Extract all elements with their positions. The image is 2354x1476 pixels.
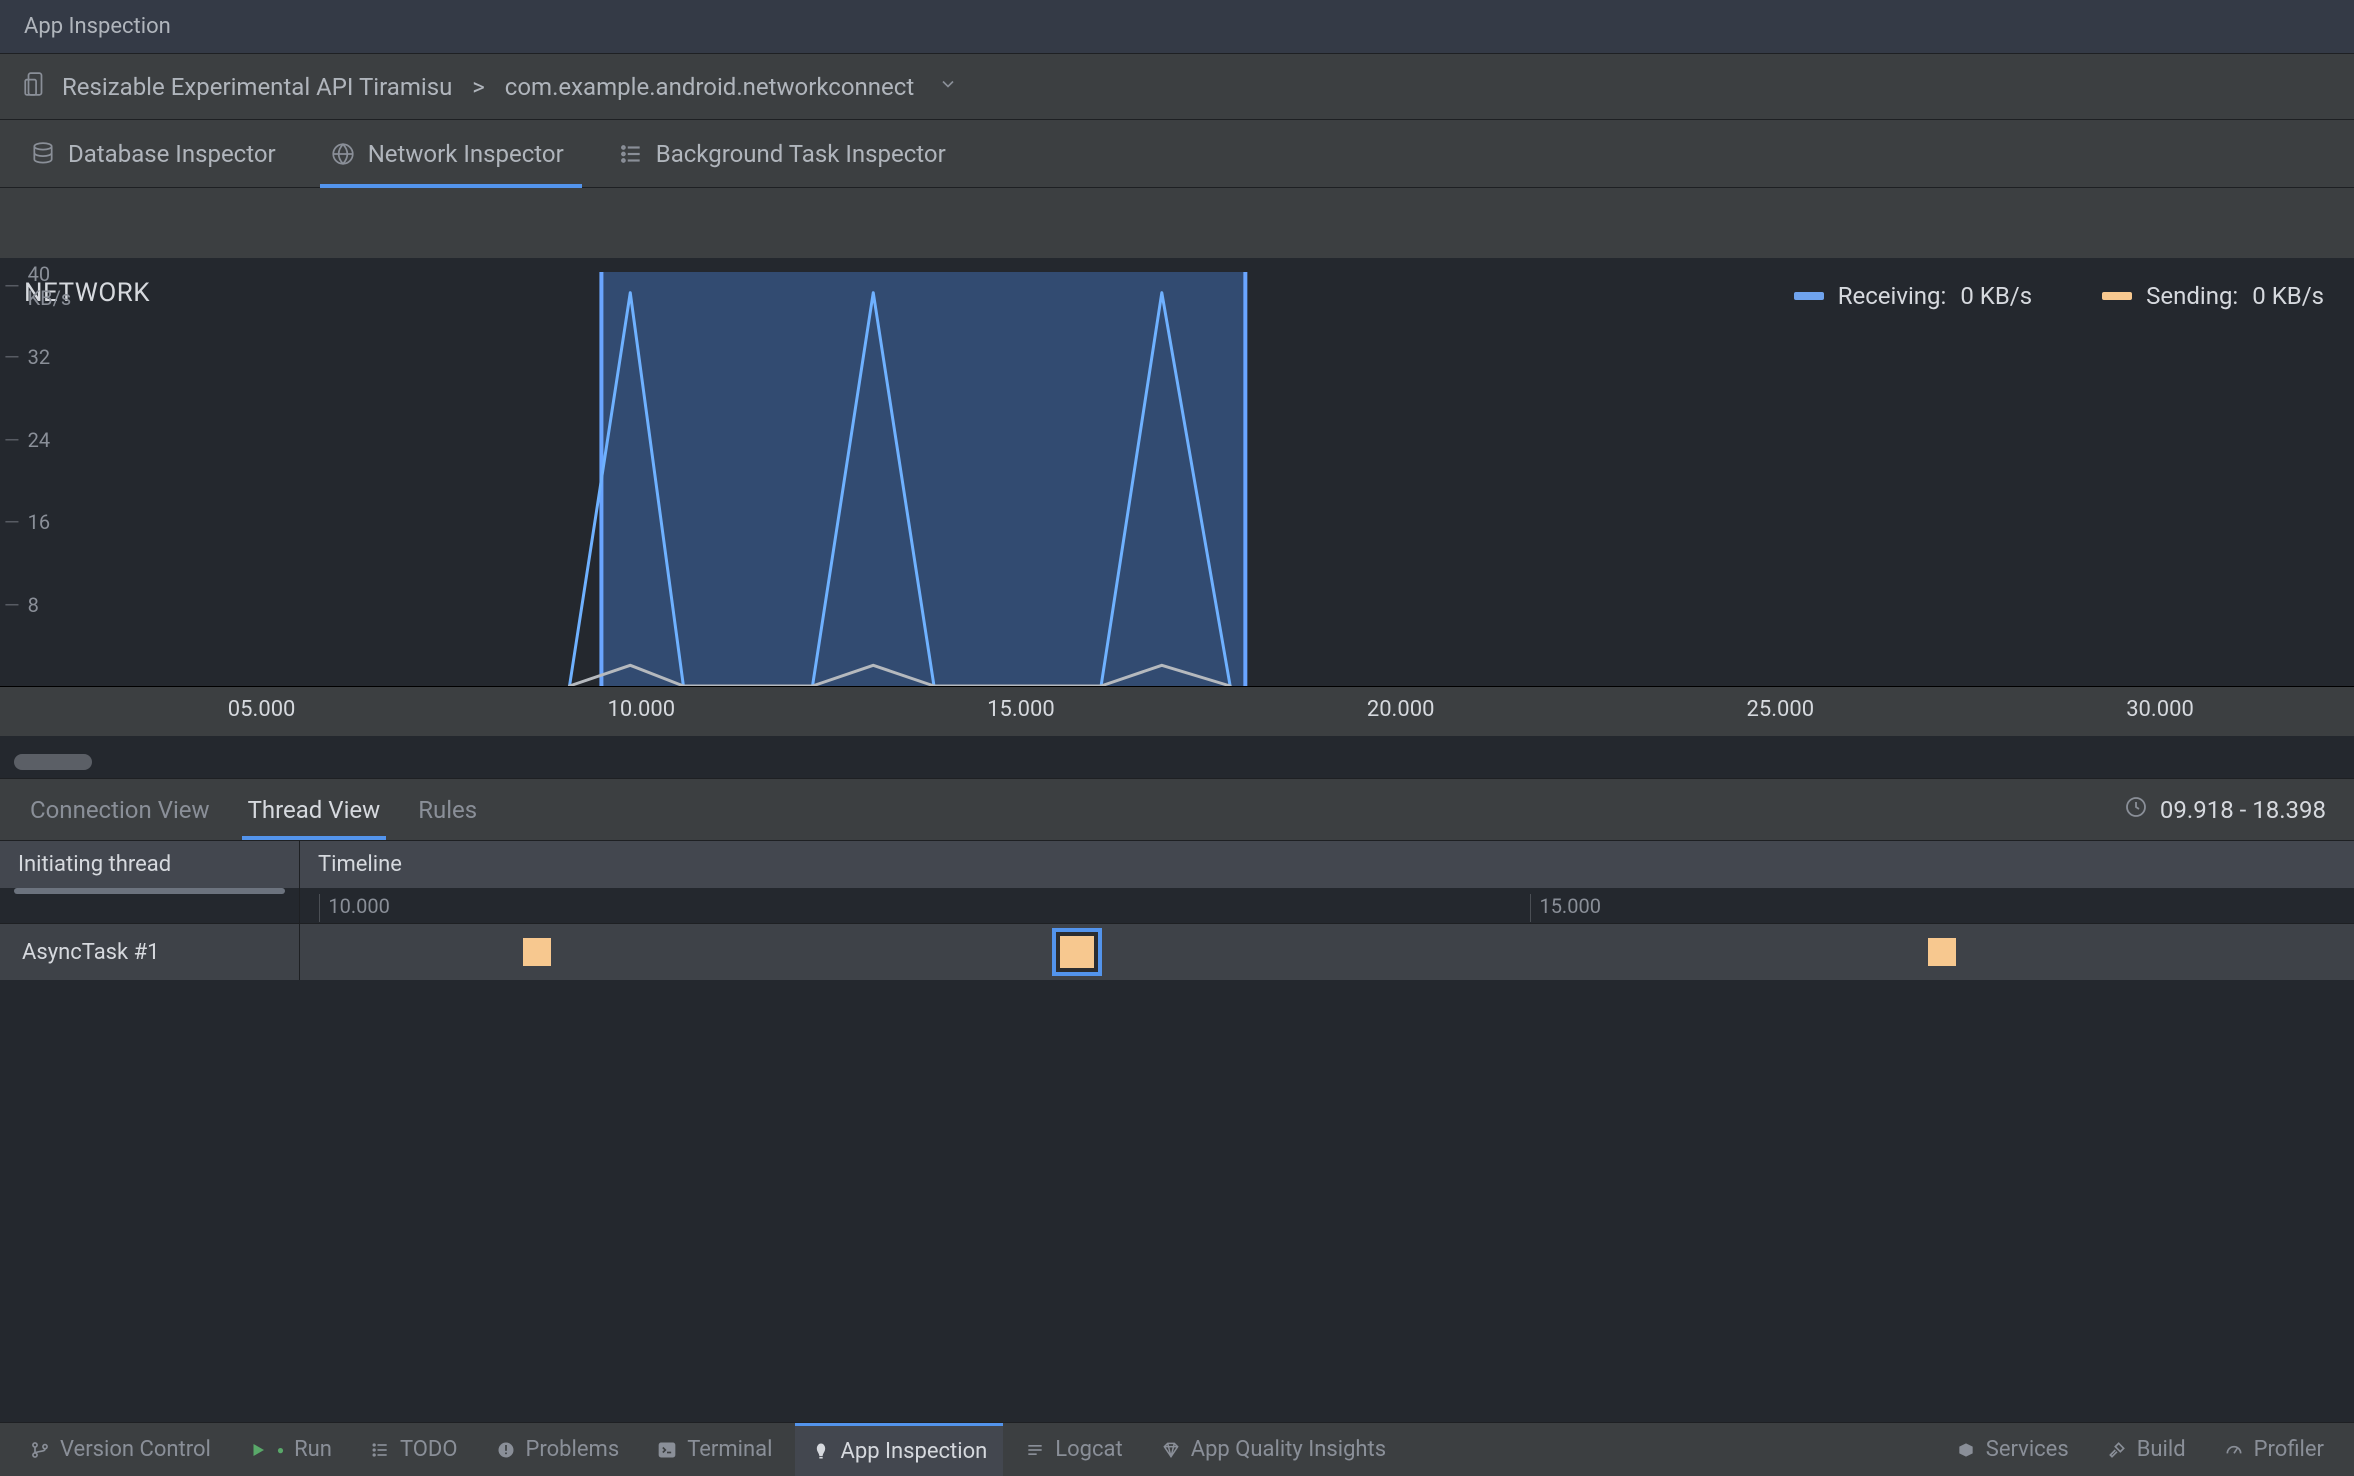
toolwindow-build[interactable]: Build [2091, 1423, 2202, 1476]
time-range-value: 09.918 - 18.398 [2160, 796, 2326, 824]
timeline-tick: 15.000 [1530, 894, 1600, 922]
tab-database-inspector[interactable]: Database Inspector [22, 120, 284, 187]
target-device-label: Resizable Experimental API Tiramisu [62, 73, 452, 101]
list-icon [618, 141, 644, 167]
warning-icon [496, 1440, 516, 1460]
gauge-icon [2224, 1440, 2244, 1460]
toolwindow-logcat[interactable]: Logcat [1009, 1423, 1138, 1476]
tab-network-inspector-label: Network Inspector [368, 140, 564, 168]
tool-window-title: App Inspection [0, 0, 2354, 54]
tab-thread-view[interactable]: Thread View [246, 779, 383, 840]
bottom-toolwindow-bar: Version Control ● Run TODO [0, 1422, 2354, 1476]
branch-icon [30, 1440, 50, 1460]
toolwindow-version-control-label: Version Control [60, 1437, 211, 1462]
services-icon [1956, 1440, 1976, 1460]
tab-database-inspector-label: Database Inspector [68, 140, 276, 168]
timeline-tick: 10.000 [319, 894, 389, 922]
toolwindow-problems-label: Problems [526, 1437, 620, 1462]
toolwindow-version-control[interactable]: Version Control [14, 1423, 227, 1476]
chevron-down-icon [928, 74, 958, 100]
column-initiating-thread[interactable]: Initiating thread [0, 841, 300, 888]
toolwindow-app-quality[interactable]: App Quality Insights [1145, 1423, 1402, 1476]
toolwindow-terminal[interactable]: Terminal [641, 1423, 788, 1476]
inspect-icon [811, 1441, 831, 1461]
clock-icon [2124, 795, 2148, 825]
toolwindow-services-label: Services [1986, 1437, 2069, 1462]
toolwindow-profiler-label: Profiler [2254, 1437, 2324, 1462]
list-icon [370, 1440, 390, 1460]
column-resize-handle[interactable] [14, 888, 285, 894]
toolwindow-app-quality-label: App Quality Insights [1191, 1437, 1386, 1462]
globe-icon [330, 141, 356, 167]
toolwindow-problems[interactable]: Problems [480, 1423, 636, 1476]
tab-connection-view[interactable]: Connection View [28, 779, 212, 840]
toolwindow-build-label: Build [2137, 1437, 2186, 1462]
x-tick: 25.000 [1747, 697, 1815, 722]
toolwindow-run[interactable]: ● Run [233, 1423, 348, 1476]
tab-rules-label: Rules [418, 796, 477, 824]
run-status-dot: ● [277, 1443, 284, 1457]
inspector-toolbar [0, 188, 2354, 258]
device-icon [22, 71, 48, 103]
toolwindow-terminal-label: Terminal [687, 1437, 772, 1462]
toolwindow-logcat-label: Logcat [1055, 1437, 1122, 1462]
tab-thread-view-label: Thread View [248, 796, 381, 824]
y-tick: 32 [4, 345, 50, 369]
x-tick: 15.000 [987, 697, 1055, 722]
inspector-tab-bar: Database Inspector Network Inspector Bac… [0, 120, 2354, 188]
y-tick: 16 [4, 510, 50, 534]
network-chart[interactable]: NETWORK Receiving: 0 KB/s Sending: 0 KB/… [0, 258, 2354, 778]
target-process-selector[interactable]: Resizable Experimental API Tiramisu > co… [0, 54, 2354, 120]
x-tick: 10.000 [607, 697, 675, 722]
chart-x-axis: 05.000 10.000 15.000 20.000 25.000 30.000 [0, 688, 2354, 728]
y-tick: 40 KB/s [4, 262, 71, 310]
toolwindow-app-inspection[interactable]: App Inspection [795, 1423, 1004, 1476]
y-tick: 24 [4, 428, 50, 452]
target-separator: > [466, 73, 490, 101]
x-tick: 20.000 [1367, 697, 1435, 722]
column-initiating-thread-label: Initiating thread [18, 852, 171, 877]
toolwindow-profiler[interactable]: Profiler [2208, 1423, 2340, 1476]
hammer-icon [2107, 1440, 2127, 1460]
chart-scrollbar[interactable] [14, 754, 92, 770]
network-call-block-selected[interactable] [1056, 932, 1098, 972]
x-tick: 30.000 [2126, 697, 2194, 722]
toolwindow-todo-label: TODO [400, 1437, 458, 1462]
toolwindow-app-inspection-label: App Inspection [841, 1439, 988, 1464]
thread-grid-header: Initiating thread Timeline [0, 840, 2354, 888]
network-call-block[interactable] [523, 938, 551, 966]
database-icon [30, 141, 56, 167]
thread-grid-rows: AsyncTask #1 [0, 924, 2354, 1344]
thread-row-label: AsyncTask #1 [22, 940, 160, 965]
column-timeline-label: Timeline [318, 852, 402, 877]
title-text: App Inspection [24, 14, 171, 39]
x-tick: 05.000 [228, 697, 296, 722]
tab-background-task-inspector[interactable]: Background Task Inspector [610, 120, 954, 187]
y-tick: 8 [4, 593, 39, 617]
thread-row-asynctask-1[interactable]: AsyncTask #1 [0, 924, 2354, 980]
toolwindow-services[interactable]: Services [1940, 1423, 2085, 1476]
tab-connection-view-label: Connection View [30, 796, 210, 824]
terminal-icon [657, 1440, 677, 1460]
network-call-block[interactable] [1928, 938, 1956, 966]
target-process-label: com.example.android.networkconnect [505, 73, 914, 101]
diamond-icon [1161, 1440, 1181, 1460]
tab-rules[interactable]: Rules [416, 779, 479, 840]
tab-background-task-inspector-label: Background Task Inspector [656, 140, 946, 168]
play-icon [249, 1441, 267, 1459]
column-timeline: Timeline [300, 841, 2354, 888]
thread-grid-time-axis: 10.000 15.000 [0, 888, 2354, 924]
tab-network-inspector[interactable]: Network Inspector [322, 120, 572, 187]
logcat-icon [1025, 1440, 1045, 1460]
selected-time-range: 09.918 - 18.398 [2124, 779, 2326, 840]
toolwindow-todo[interactable]: TODO [354, 1423, 474, 1476]
lower-tab-bar: Connection View Thread View Rules 09.918… [0, 778, 2354, 840]
toolwindow-run-label: Run [294, 1437, 332, 1462]
